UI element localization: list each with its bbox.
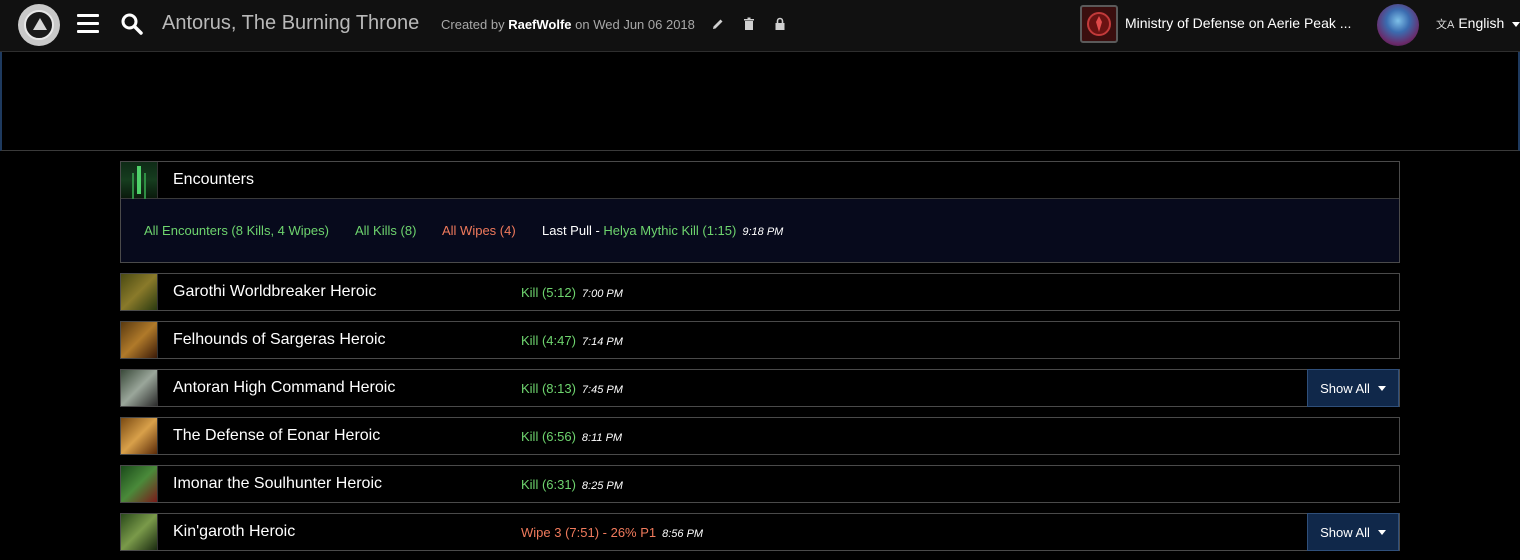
delete-trash-icon[interactable] [742, 16, 756, 32]
ad-banner-area [0, 52, 1520, 151]
encounter-time: 7:00 PM [581, 288, 623, 300]
chevron-down-icon [1377, 385, 1386, 391]
author-link[interactable]: RaefWolfe [508, 17, 571, 32]
encounters-filter-bar: All Encounters (8 Kills, 4 Wipes) All Ki… [121, 199, 1399, 262]
encounter-time: 7:14 PM [581, 336, 623, 348]
result-text: Kill (6:56) [521, 429, 576, 444]
encounter-name: Felhounds of Sargeras Heroic [173, 331, 386, 348]
lock-icon[interactable] [773, 16, 787, 32]
boss-portrait-icon [121, 514, 158, 550]
boss-portrait-icon [121, 274, 158, 310]
encounter-row[interactable]: Antoran High Command Heroic Kill (8:13) 7… [120, 369, 1400, 407]
encounter-row[interactable]: Garothi Worldbreaker Heroic Kill (5:12) 7… [120, 273, 1400, 311]
encounter-result: Kill (6:56) 8:11 PM [521, 429, 622, 444]
encounter-row[interactable]: Imonar the Soulhunter Heroic Kill (6:31)… [120, 465, 1400, 503]
site-logo-icon[interactable] [18, 4, 60, 46]
show-all-button[interactable]: Show All [1307, 369, 1399, 407]
last-pull-label: Last Pull - [542, 223, 604, 238]
boss-portrait-icon [121, 466, 158, 502]
result-text: Wipe 3 (7:51) - 26% P1 [521, 525, 657, 540]
menu-icon[interactable] [77, 14, 99, 34]
encounter-name: Garothi Worldbreaker Heroic [173, 283, 377, 300]
result-text: Kill (4:47) [521, 333, 576, 348]
result-text: Kill (5:12) [521, 285, 576, 300]
encounter-result: Kill (5:12) 7:00 PM [521, 285, 623, 300]
encounter-result: Kill (8:13) 7:45 PM [521, 381, 623, 396]
chevron-down-icon [1377, 529, 1386, 535]
created-date: on Wed Jun 06 2018 [571, 17, 695, 32]
edit-pencil-icon[interactable] [711, 16, 725, 32]
result-text: Kill (8:13) [521, 381, 576, 396]
horde-crest-icon[interactable] [1080, 5, 1118, 43]
last-pull-value: Helya Mythic Kill (1:15) [603, 223, 737, 238]
filter-all-wipes[interactable]: All Wipes (4) [442, 223, 516, 238]
encounter-name: Imonar the Soulhunter Heroic [173, 475, 382, 492]
encounter-time: 8:11 PM [581, 432, 623, 444]
encounter-name: The Defense of Eonar Heroic [173, 427, 381, 444]
encounter-name: Kin'garoth Heroic [173, 523, 296, 540]
show-all-label: Show All [1320, 524, 1370, 540]
boss-portrait-icon [121, 370, 158, 406]
boss-portrait-icon [121, 322, 158, 358]
boss-portrait-icon [121, 418, 158, 454]
filter-all-kills[interactable]: All Kills (8) [355, 223, 416, 238]
page-title: Antorus, The Burning Throne [162, 12, 420, 34]
show-all-label: Show All [1320, 380, 1370, 396]
language-selector[interactable]: 文A English [1436, 15, 1520, 32]
encounter-time: 8:56 PM [662, 528, 704, 540]
search-icon[interactable] [120, 12, 144, 36]
language-label: English [1458, 15, 1505, 31]
encounters-panel: Encounters All Encounters (8 Kills, 4 Wi… [120, 161, 1400, 263]
encounter-result: Wipe 3 (7:51) - 26% P1 8:56 PM [521, 525, 703, 540]
top-bar: Antorus, The Burning Throne Created by R… [0, 0, 1520, 52]
encounter-row[interactable]: The Defense of Eonar Heroic Kill (6:56) 8… [120, 417, 1400, 455]
created-prefix: Created by [441, 17, 509, 32]
result-text: Kill (6:31) [521, 477, 576, 492]
encounter-row[interactable]: Kin'garoth Heroic Wipe 3 (7:51) - 26% P1… [120, 513, 1400, 551]
encounter-time: 7:45 PM [581, 384, 623, 396]
show-all-button[interactable]: Show All [1307, 513, 1399, 551]
guild-name[interactable]: Ministry of Defense on Aerie Peak ... [1125, 15, 1351, 31]
encounter-row[interactable]: Felhounds of Sargeras Heroic Kill (4:47)… [120, 321, 1400, 359]
last-pull-time: 9:18 PM [742, 226, 784, 238]
encounter-name: Antoran High Command Heroic [173, 379, 396, 396]
chevron-down-icon [1512, 21, 1520, 27]
translate-icon: 文A [1436, 19, 1455, 31]
last-pull[interactable]: Last Pull - Helya Mythic Kill (1:15) 9:18… [542, 223, 783, 238]
created-by-text: Created by RaefWolfe on Wed Jun 06 2018 [441, 17, 695, 32]
filter-all-encounters[interactable]: All Encounters (8 Kills, 4 Wipes) [144, 223, 329, 238]
user-avatar[interactable] [1377, 4, 1419, 46]
encounter-result: Kill (4:47) 7:14 PM [521, 333, 623, 348]
encounter-time: 8:25 PM [581, 480, 623, 492]
encounters-thumbnail-icon [121, 162, 158, 198]
encounter-result: Kill (6:31) 8:25 PM [521, 477, 623, 492]
encounters-panel-header: Encounters [121, 162, 1399, 199]
panel-title: Encounters [173, 171, 254, 188]
